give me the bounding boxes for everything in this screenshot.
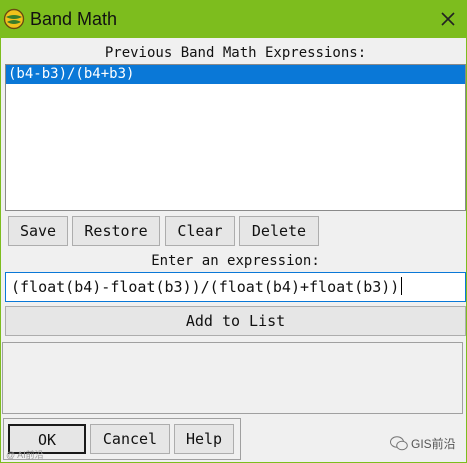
watermark-left: @ AI前沿 (6, 450, 44, 460)
message-area (2, 342, 463, 414)
wechat-icon (390, 436, 408, 451)
list-item[interactable]: (b4-b3)/(b4+b3) (6, 65, 465, 84)
text-caret (401, 277, 403, 295)
restore-button[interactable]: Restore (72, 216, 160, 246)
title-bar[interactable]: Band Math (0, 0, 467, 38)
expression-label: Enter an expression: (151, 253, 320, 269)
add-to-list-button[interactable]: Add to List (5, 306, 466, 336)
expression-input[interactable]: (float(b4)-float(b3))/(float(b4)+float(b… (5, 272, 466, 302)
expression-value: (float(b4)-float(b3))/(float(b4)+float(b… (11, 278, 400, 296)
delete-button[interactable]: Delete (239, 216, 319, 246)
watermark-right-text: GIS前沿 (411, 437, 456, 451)
window-title: Band Math (30, 9, 118, 29)
close-icon (441, 12, 455, 26)
watermark-right: GIS前沿 (390, 435, 456, 452)
save-button[interactable]: Save (8, 216, 68, 246)
envi-globe-icon (3, 8, 25, 30)
help-button[interactable]: Help (174, 424, 234, 454)
cancel-button[interactable]: Cancel (90, 424, 170, 454)
previous-expressions-list[interactable]: (b4-b3)/(b4+b3) (5, 64, 466, 211)
clear-button[interactable]: Clear (165, 216, 235, 246)
previous-expressions-label: Previous Band Math Expressions: (104, 45, 367, 61)
close-button[interactable] (433, 4, 463, 34)
